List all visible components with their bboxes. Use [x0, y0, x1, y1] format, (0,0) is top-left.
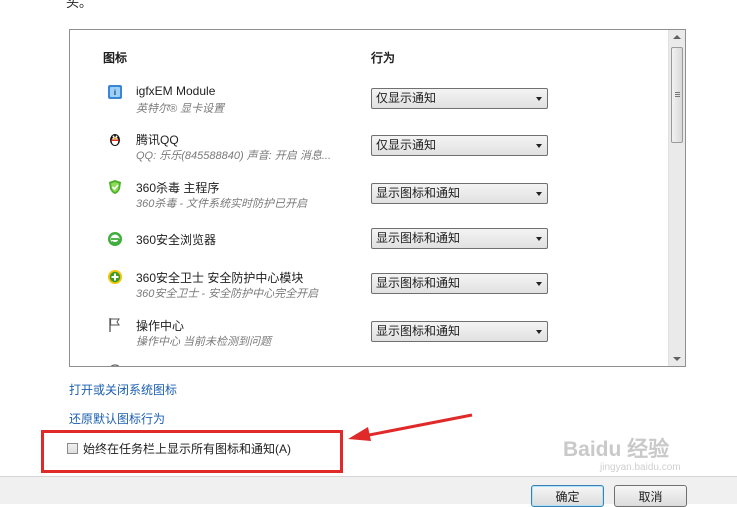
list-item: i igfxEM Module 英特尔® 显卡设置 仅显示通知	[70, 84, 670, 128]
baidu-watermark: Baidu 经验	[563, 438, 670, 461]
app-description: 360杀毒 - 文件系统实时防护已开启	[136, 198, 308, 210]
scrollbar-thumb[interactable]	[671, 47, 683, 143]
app-description: 操作中心 当前未检测到问题	[136, 336, 272, 348]
annotation-arrow-icon	[348, 413, 473, 441]
360-antivirus-icon	[107, 179, 123, 195]
baidu-watermark-url: jingyan.baidu.com	[600, 462, 681, 473]
scroll-down-icon[interactable]	[673, 357, 681, 361]
behavior-select[interactable]: 仅显示通知	[371, 88, 548, 109]
app-name: 360安全浏览器	[136, 233, 217, 247]
list-item: 360杀毒 主程序 360杀毒 - 文件系统实时防护已开启 显示图标和通知	[70, 179, 670, 223]
app-name: 腾讯QQ	[136, 133, 179, 147]
app-description: 英特尔® 显卡设置	[136, 103, 225, 115]
chevron-down-icon	[536, 282, 542, 286]
chevron-down-icon	[536, 192, 542, 196]
scroll-up-icon[interactable]	[673, 35, 681, 39]
annotation-highlight-box	[41, 430, 343, 473]
intel-graphics-icon: i	[107, 84, 123, 100]
restore-default-link[interactable]: 还原默认图标行为	[69, 410, 165, 427]
list-item: 腾讯QQ QQ: 乐乐(845588840) 声音: 开启 消息... 仅显示通…	[70, 131, 670, 175]
app-description: QQ: 乐乐(845588840) 声音: 开启 消息...	[136, 150, 332, 162]
behavior-select[interactable]: 显示图标和通知	[371, 183, 548, 204]
behavior-select[interactable]: 仅显示通知	[371, 135, 548, 156]
qq-penguin-icon	[107, 131, 123, 147]
behavior-select[interactable]: 显示图标和通知	[371, 321, 548, 342]
app-name: 360杀毒 主程序	[136, 181, 220, 195]
chevron-down-icon	[536, 237, 542, 241]
notification-icons-list: 图标 行为 i igfxEM Module 英特尔® 显卡设置 仅显示通知 腾讯…	[69, 29, 686, 367]
action-center-flag-icon	[107, 317, 123, 333]
360-safeguard-icon	[107, 269, 123, 285]
column-header-icon: 图标	[103, 51, 128, 65]
list-item: 360安全卫士 安全防护中心模块 360安全卫士 - 安全防护中心完全开启 显示…	[70, 269, 670, 313]
360-browser-icon	[107, 231, 123, 247]
chevron-down-icon	[536, 330, 542, 334]
top-text-fragment: 头。	[66, 0, 93, 10]
chevron-down-icon	[536, 97, 542, 101]
app-name: igfxEM Module	[136, 84, 216, 98]
behavior-select[interactable]: 显示图标和通知	[371, 228, 548, 249]
app-name: 360安全卫士 安全防护中心模块	[136, 271, 304, 285]
partial-row-icon	[107, 363, 123, 366]
column-header-action: 行为	[371, 51, 396, 65]
system-icons-link[interactable]: 打开或关闭系统图标	[69, 381, 177, 398]
chevron-down-icon	[536, 144, 542, 148]
vertical-scrollbar[interactable]	[668, 30, 685, 366]
grip-icon	[675, 92, 680, 93]
app-description: 360安全卫士 - 安全防护中心完全开启	[136, 288, 319, 300]
behavior-select[interactable]: 显示图标和通知	[371, 273, 548, 294]
svg-text:i: i	[114, 89, 116, 97]
list-item: 操作中心 操作中心 当前未检测到问题 显示图标和通知	[70, 317, 670, 361]
app-name: 操作中心	[136, 319, 185, 333]
